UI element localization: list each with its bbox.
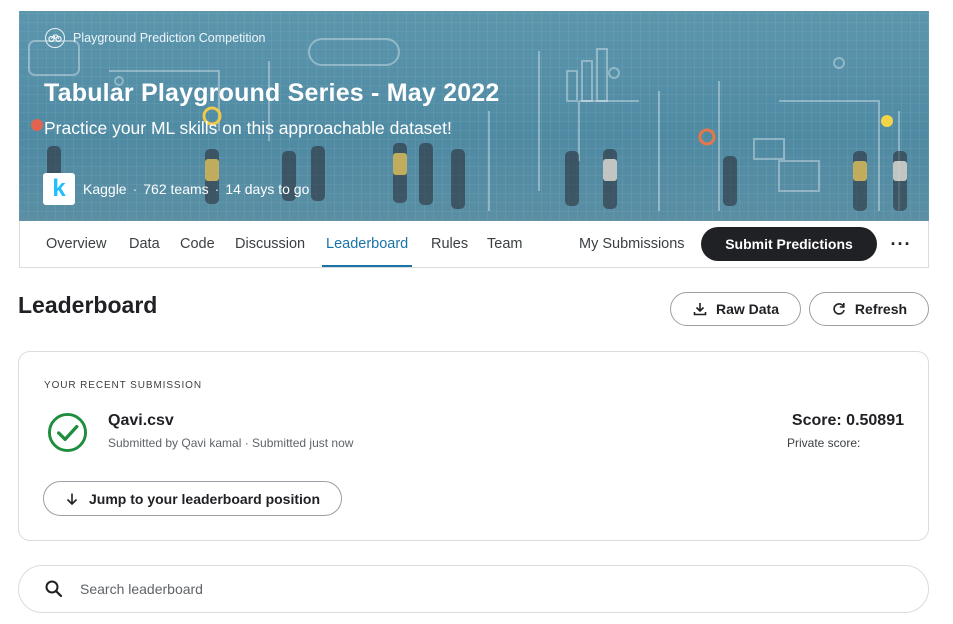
submission-score: Score: 0.50891: [791, 412, 904, 429]
host-name[interactable]: Kaggle: [83, 181, 127, 197]
separator: ·: [214, 181, 220, 197]
competition-type: Playground Prediction Competition: [45, 28, 266, 48]
kaggle-logo[interactable]: k: [43, 173, 75, 205]
deadline: 14 days to go: [225, 181, 310, 197]
submission-file-name[interactable]: Qavi.csv: [108, 412, 174, 430]
tab-team[interactable]: Team: [487, 221, 522, 267]
tab-code[interactable]: Code: [180, 221, 215, 267]
refresh-button[interactable]: Refresh: [809, 292, 929, 326]
bicycle-icon: [45, 28, 65, 48]
section-label: YOUR RECENT SUBMISSION: [44, 380, 202, 391]
tab-my-submissions[interactable]: My Submissions: [579, 221, 685, 267]
tab-leaderboard[interactable]: Leaderboard: [321, 221, 413, 267]
search-input[interactable]: [80, 581, 860, 597]
competition-tabs: Overview Data Code Discussion Leaderboar…: [19, 221, 929, 268]
team-count: 762 teams: [143, 181, 209, 197]
download-icon: [693, 303, 707, 316]
competition-subtitle: Practice your ML skills on this approach…: [44, 118, 452, 138]
raw-data-button[interactable]: Raw Data: [670, 292, 801, 326]
host-info: k Kaggle · 762 teams · 14 days to go: [43, 173, 309, 205]
check-circle-icon: [47, 412, 88, 453]
competition-banner: Playground Prediction Competition Tabula…: [19, 11, 929, 221]
tab-rules[interactable]: Rules: [431, 221, 468, 267]
submit-predictions-button[interactable]: Submit Predictions: [701, 227, 877, 261]
jump-label: Jump to your leaderboard position: [88, 490, 321, 507]
submission-meta: Submitted by Qavi kamal · Submitted just…: [108, 436, 354, 450]
competition-type-label: Playground Prediction Competition: [73, 31, 266, 45]
jump-to-position-button[interactable]: Jump to your leaderboard position: [43, 481, 342, 516]
arrow-down-icon: [66, 493, 78, 505]
competition-title: Tabular Playground Series - May 2022: [44, 79, 500, 107]
search-icon: [45, 580, 63, 598]
page-title: Leaderboard: [18, 292, 158, 318]
separator: ·: [132, 181, 138, 197]
leaderboard-search[interactable]: [18, 565, 929, 613]
recent-submission-card: YOUR RECENT SUBMISSION Qavi.csv Submitte…: [18, 351, 929, 541]
private-score: Private score:: [787, 436, 861, 450]
raw-data-label: Raw Data: [715, 301, 780, 317]
refresh-label: Refresh: [854, 301, 908, 317]
refresh-icon: [833, 303, 845, 315]
tab-discussion[interactable]: Discussion: [235, 221, 305, 267]
tab-overview[interactable]: Overview: [46, 221, 106, 267]
tab-data[interactable]: Data: [129, 221, 160, 267]
more-options-icon[interactable]: ···: [886, 229, 916, 259]
